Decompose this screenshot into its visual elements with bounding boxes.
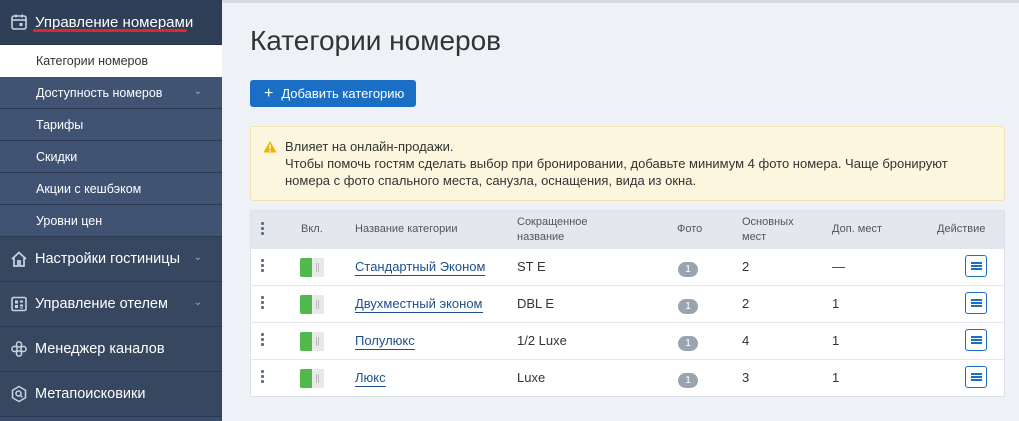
menu-icon [970,335,982,345]
add-category-button[interactable]: + Добавить категорию [250,80,417,107]
plus-icon: + [264,84,274,102]
action-menu-button[interactable] [965,292,987,314]
chevron-down-icon: ⌄ [193,252,202,263]
sidebar-section-label: Управление отелем [35,296,168,312]
extra-places: 1 [832,333,840,348]
enabled-toggle[interactable] [300,295,324,314]
main-places: 3 [742,370,750,385]
extra-places: 1 [832,370,840,385]
enabled-toggle[interactable] [300,369,324,388]
warning-line-2: Чтобы помочь гостям сделать выбор при бр… [285,156,948,171]
sidebar-item-discounts[interactable]: Скидки [0,141,222,173]
sidebar-item-price-levels[interactable]: Уровни цен [0,205,222,237]
menu-icon [970,298,982,308]
sidebar-section-room-management[interactable]: Управление номерами [0,0,222,45]
active-underline [33,29,187,32]
channels-icon [10,340,28,358]
hotel-grid-icon [10,295,28,313]
metasearch-icon [10,385,28,403]
short-name: ST E [517,259,546,274]
add-category-label: Добавить категорию [281,86,405,101]
header-main-2: мест [742,231,767,243]
category-link[interactable]: Полулюкс [355,333,415,350]
drag-handle-icon[interactable] [261,259,264,274]
table-row: Двухместный эконом DBL E 1 2 1 [251,285,1004,322]
header-enabled: Вкл. [301,223,323,235]
header-action: Действие [937,223,986,235]
photo-count-badge[interactable]: 1 [678,336,698,351]
category-link[interactable]: Люкс [355,370,386,387]
sidebar-section-label: Настройки гостиницы [35,251,180,267]
chevron-down-icon: ⌄ [193,297,202,308]
action-menu-button[interactable] [965,366,987,388]
main-content: Категории номеров + Добавить категорию В… [222,0,1019,421]
extra-places: — [832,259,845,274]
action-menu-button[interactable] [965,255,987,277]
sidebar-item-room-categories[interactable]: Категории номеров [0,45,222,77]
sidebar-section-hotel-settings[interactable]: Настройки гостиницы ⌄ [0,237,222,282]
sidebar-item-cashback[interactable]: Акции с кешбэком [0,173,222,205]
category-link[interactable]: Стандартный Эконом [355,259,486,276]
action-menu-button[interactable] [965,329,987,351]
photo-count-badge[interactable]: 1 [678,299,698,314]
warning-banner: Влияет на онлайн-продажи. Чтобы помочь г… [250,126,1005,201]
enabled-toggle[interactable] [300,258,324,277]
main-places: 2 [742,259,750,274]
short-name: Luxe [517,370,546,385]
warning-line-1: Влияет на онлайн-продажи. [285,139,454,154]
drag-handle-icon[interactable] [261,370,264,385]
sidebar-section-label: Метапоисковики [35,386,146,402]
main-places: 2 [742,296,750,311]
warning-icon [263,140,277,154]
photo-count-badge[interactable]: 1 [678,262,698,277]
short-name: 1/2 Luxe [517,333,567,348]
menu-icon [970,261,982,271]
table-row: Люкс Luxe 1 3 1 [251,359,1004,396]
header-photo: Фото [677,223,703,235]
sidebar-section-channel-manager[interactable]: Менеджер каналов [0,327,222,372]
drag-handle-icon[interactable] [261,333,264,348]
main-places: 4 [742,333,750,348]
short-name: DBL E [517,296,555,311]
table-row: Стандартный Эконом ST E 1 2 — [251,248,1004,285]
header-name: Название категории [355,223,458,235]
drag-handle-icon [261,222,264,237]
header-short-1: Сокращенное [517,216,588,228]
header-main-1: Основных [742,216,794,228]
calendar-icon [10,13,28,31]
table-header: Вкл. Название категории Сокращенное назв… [251,211,1004,248]
table-row: Полулюкс 1/2 Luxe 1 4 1 [251,322,1004,359]
sidebar-item-tariffs[interactable]: Тарифы [0,109,222,141]
header-short-2: название [517,231,565,243]
sidebar-item-label: Доступность номеров [36,85,163,100]
sidebar-section-hotel-management[interactable]: Управление отелем ⌄ [0,282,222,327]
sidebar-item-room-availability[interactable]: Доступность номеров ⌄ [0,77,222,109]
page-title: Категории номеров [250,25,502,56]
extra-places: 1 [832,296,840,311]
sidebar-section-label: Менеджер каналов [35,341,165,357]
header-extra: Доп. мест [832,223,882,235]
menu-icon [970,372,982,382]
drag-handle-icon[interactable] [261,296,264,311]
photo-count-badge[interactable]: 1 [678,373,698,388]
sidebar-section-metasearch[interactable]: Метапоисковики [0,372,222,417]
sidebar-section-label: Управление номерами [35,13,194,31]
categories-table: Вкл. Название категории Сокращенное назв… [250,210,1005,397]
home-icon [10,250,28,268]
warning-line-3: номера с фото спального места, санузла, … [285,173,697,188]
sidebar: Управление номерами Категории номеров До… [0,0,222,421]
enabled-toggle[interactable] [300,332,324,351]
chevron-down-icon: ⌄ [193,86,202,97]
category-link[interactable]: Двухместный эконом [355,296,483,313]
